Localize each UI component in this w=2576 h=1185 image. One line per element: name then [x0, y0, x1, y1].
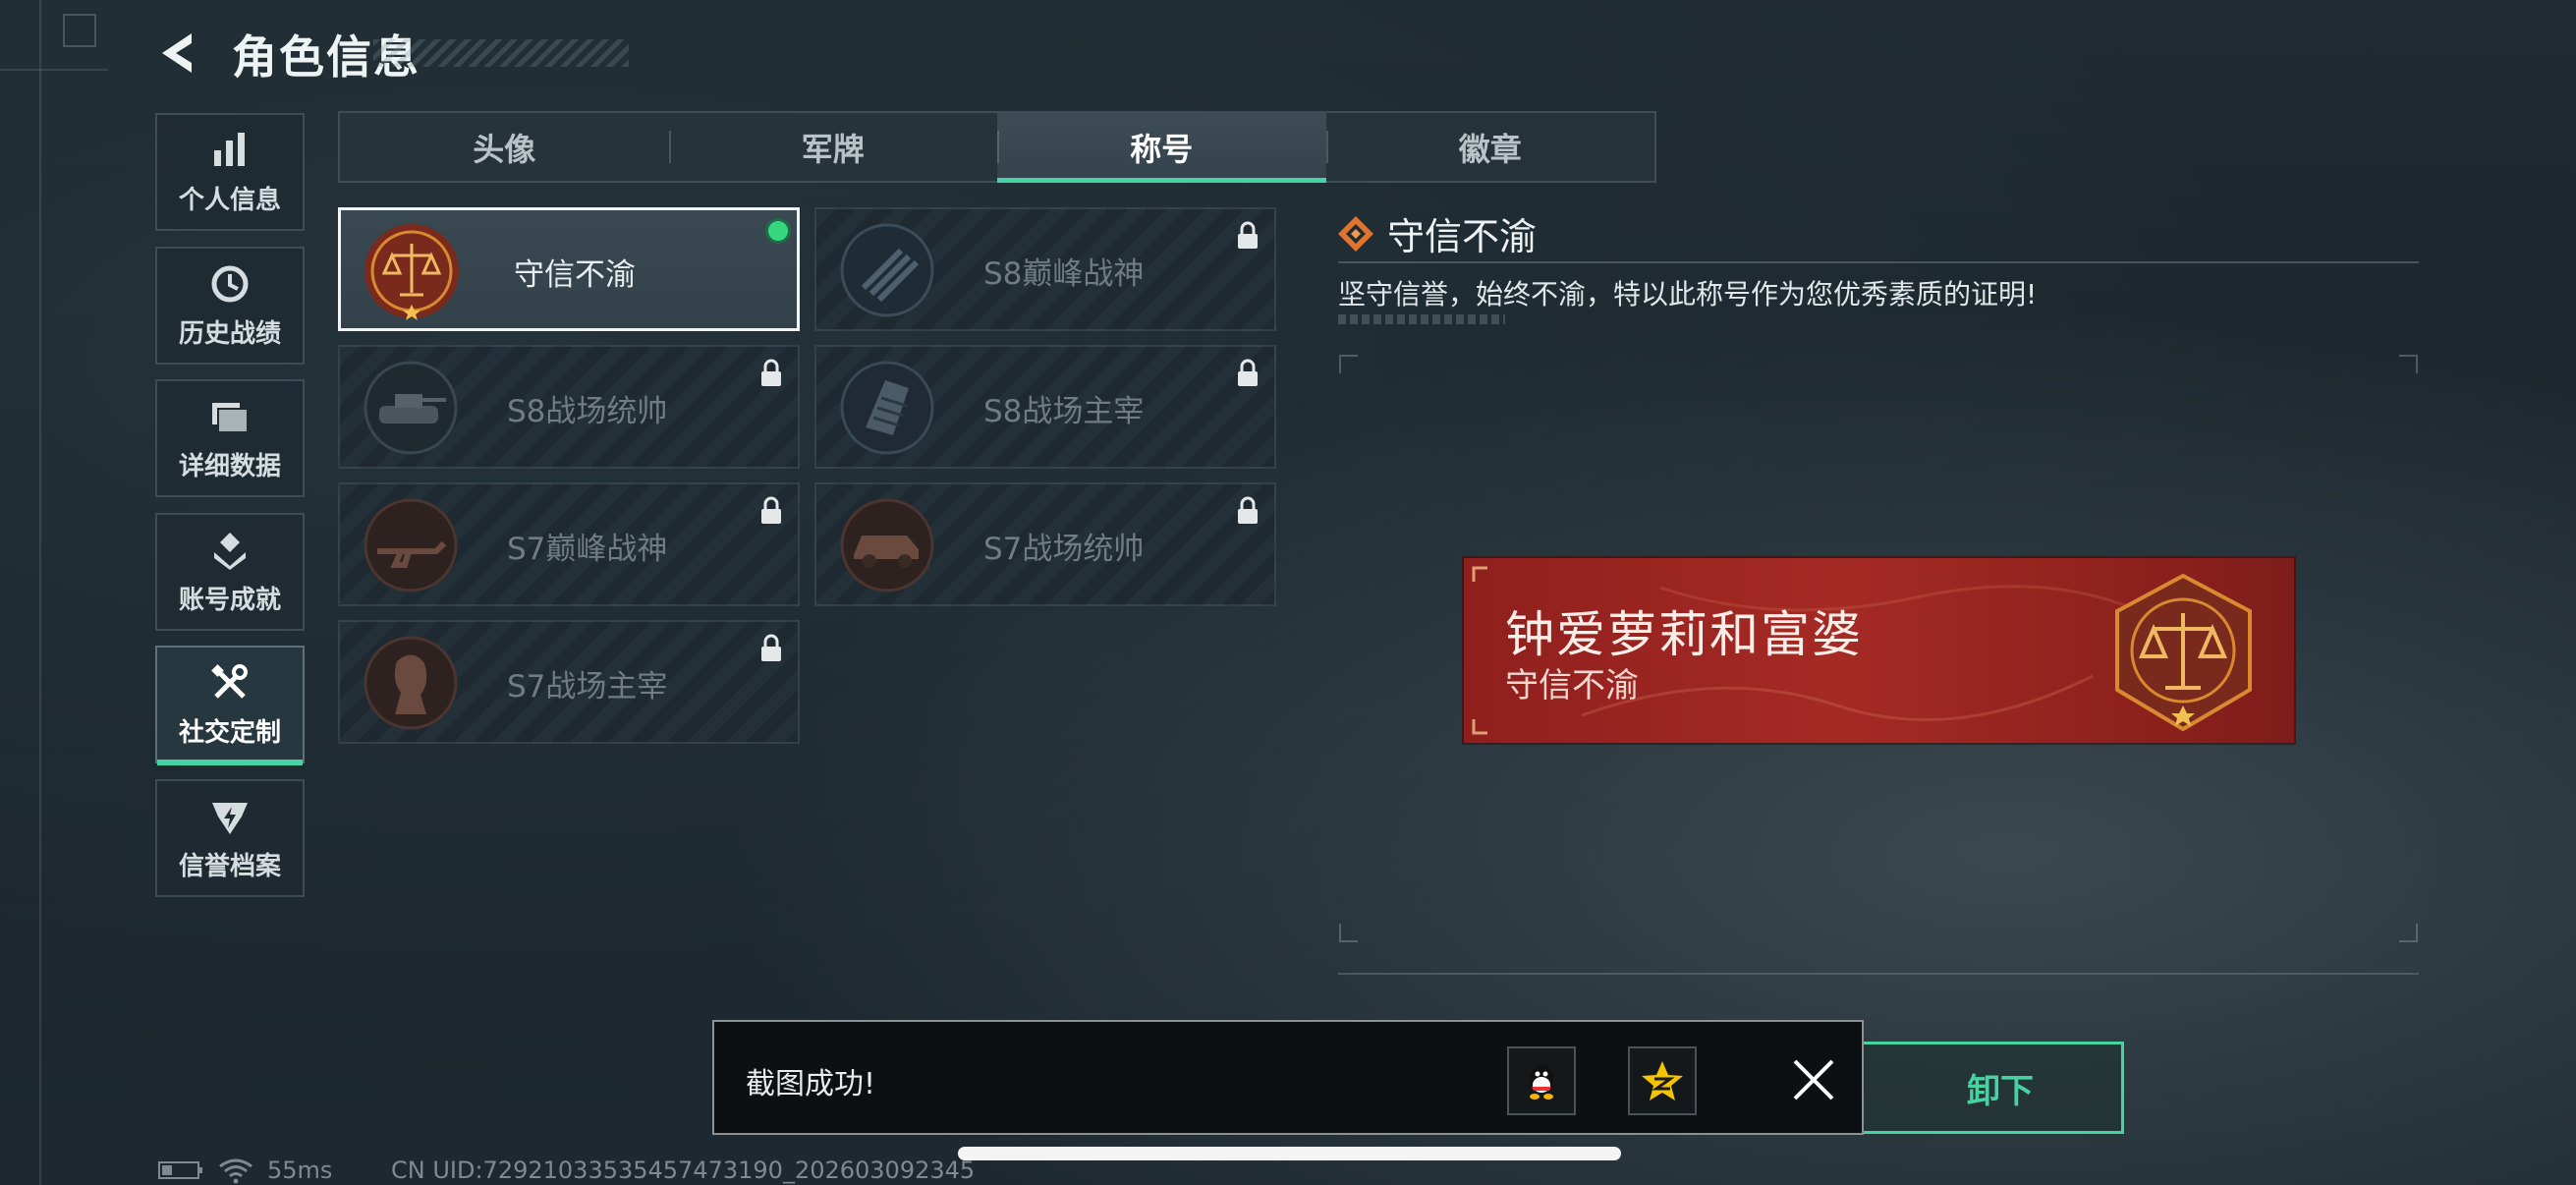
title-card-s7-commander[interactable]: S7战场统帅 — [814, 482, 1276, 606]
title-card-label: S7战场统帅 — [983, 532, 1145, 567]
title-card-s8-commander[interactable]: S8战场统帅 — [338, 345, 800, 469]
title-preview-banner: 钟爱萝莉和富婆 守信不渝 — [1464, 558, 2294, 743]
lock-icon — [1238, 359, 1258, 386]
detail-faint-text — [1338, 314, 1505, 324]
ping-value: 55ms — [267, 1157, 333, 1184]
frame-line — [0, 69, 108, 71]
lock-icon — [1238, 496, 1258, 524]
home-indicator — [958, 1147, 1621, 1160]
sidebar-item-label: 个人信息 — [178, 185, 281, 215]
qzone-icon — [1642, 1061, 1683, 1100]
sidebar-item-label: 详细数据 — [178, 451, 281, 481]
lock-icon — [1238, 221, 1258, 249]
sidebar-item-achievements[interactable]: 账号成就 — [155, 513, 305, 631]
frame-corner — [63, 14, 96, 47]
title-decoration — [373, 39, 629, 67]
title-card-label: S8战场主宰 — [983, 394, 1145, 429]
scales-emblem-icon — [2115, 573, 2252, 732]
tab-bar: 头像 军牌 称号 徽章 — [338, 111, 1656, 183]
folder-icon — [212, 402, 249, 433]
frame-line — [1338, 973, 2419, 975]
detail-title: 守信不渝 — [1387, 215, 1538, 258]
share-qq-button[interactable] — [1507, 1046, 1576, 1115]
soldier-emblem-icon — [364, 636, 458, 730]
title-card-s7-dominator[interactable]: S7战场主宰 — [338, 620, 800, 744]
detail-description: 坚守信誉，始终不渝，特以此称号作为您优秀素质的证明! — [1338, 278, 2038, 310]
sidebar-item-history[interactable]: 历史战绩 — [155, 247, 305, 365]
lock-icon — [761, 496, 781, 524]
title-card-shouxinbuyu[interactable]: 守信不渝 — [338, 207, 800, 331]
battery-icon — [158, 1161, 202, 1179]
sidebar-item-label: 信誉档案 — [178, 851, 281, 881]
frame-line — [39, 0, 41, 1185]
title-card-s8-peak[interactable]: S8巅峰战神 — [814, 207, 1276, 331]
toast-message: 截图成功! — [746, 1067, 876, 1101]
scales-emblem-icon — [364, 224, 459, 320]
screenshot-toast: 截图成功! — [712, 1020, 1864, 1135]
sidebar-item-label: 账号成就 — [178, 585, 281, 615]
achievement-icon — [214, 532, 246, 570]
tab-dog-tag[interactable]: 军牌 — [668, 113, 998, 181]
banner-player-name: 钟爱萝莉和富婆 — [1505, 606, 1863, 663]
lock-icon — [761, 634, 781, 661]
sidebar-item-label: 历史战绩 — [178, 318, 281, 349]
wifi-icon — [219, 1158, 252, 1184]
reputation-icon — [212, 802, 248, 834]
unequip-button[interactable]: 卸下 — [1837, 1042, 2124, 1134]
vehicle-emblem-icon — [840, 498, 934, 592]
tools-icon — [211, 663, 248, 699]
title-card-label: S8巅峰战神 — [983, 256, 1145, 292]
qq-icon — [1530, 1065, 1553, 1100]
sidebar-item-social-custom[interactable]: 社交定制 — [155, 646, 305, 765]
uid-text: CN UID:72921033535457473190_202603092345 — [391, 1157, 976, 1184]
sidebar-item-reputation[interactable]: 信誉档案 — [155, 779, 305, 897]
bar-chart-icon — [214, 132, 245, 166]
lock-icon — [761, 359, 781, 386]
active-indicator — [157, 760, 303, 765]
close-icon[interactable] — [1785, 1051, 1842, 1108]
sidebar-item-personal-info[interactable]: 个人信息 — [155, 113, 305, 231]
tab-avatar[interactable]: 头像 — [340, 113, 669, 181]
status-bar: 55ms — [157, 1157, 332, 1184]
equipped-indicator — [765, 218, 791, 244]
sidebar-item-label: 社交定制 — [178, 717, 281, 748]
title-card-label: 守信不渝 — [514, 257, 636, 293]
missile-emblem-icon — [840, 223, 934, 317]
banner-title: 守信不渝 — [1505, 666, 1639, 705]
detail-divider — [1338, 261, 2419, 263]
tank-emblem-icon — [364, 361, 458, 455]
tab-badge[interactable]: 徽章 — [1325, 113, 1655, 181]
sidebar-item-detailed-data[interactable]: 详细数据 — [155, 379, 305, 497]
history-clock-icon — [211, 265, 249, 302]
title-card-label: S7巅峰战神 — [507, 532, 668, 567]
share-qzone-button[interactable] — [1628, 1046, 1697, 1115]
title-diamond-icon — [1338, 216, 1373, 252]
title-card-label: S8战场统帅 — [507, 394, 668, 429]
title-card-s7-peak[interactable]: S7巅峰战神 — [338, 482, 800, 606]
back-arrow-icon[interactable] — [152, 28, 203, 79]
title-card-label: S7战场主宰 — [507, 669, 668, 705]
tab-title[interactable]: 称号 — [997, 113, 1326, 183]
building-emblem-icon — [840, 361, 934, 455]
weapon-emblem-icon — [364, 498, 458, 592]
title-card-s8-dominator[interactable]: S8战场主宰 — [814, 345, 1276, 469]
